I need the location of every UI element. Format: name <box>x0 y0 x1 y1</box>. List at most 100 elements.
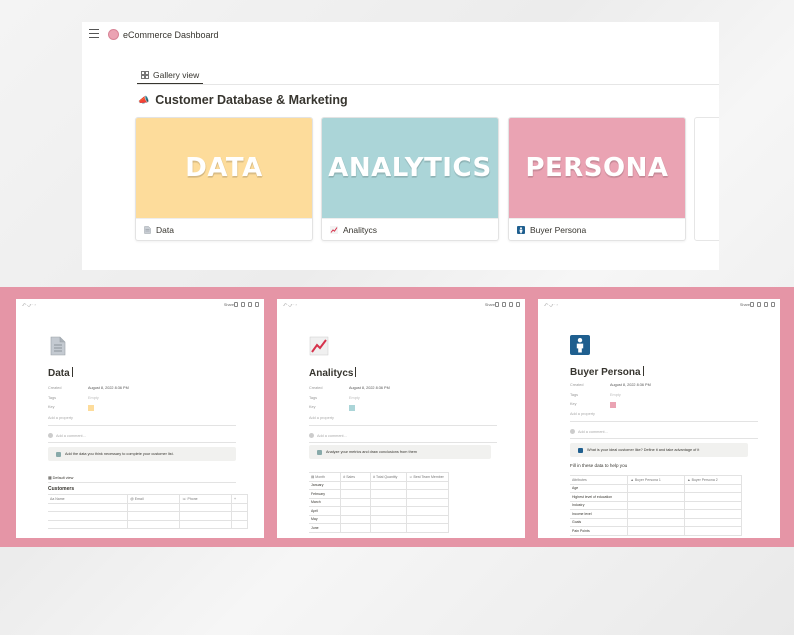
avatar <box>309 433 314 438</box>
divider <box>570 438 758 439</box>
database-title[interactable]: Customer Database & Marketing <box>155 93 347 107</box>
callout-icon <box>317 449 322 455</box>
callout: Add the data you think necessary to comp… <box>48 447 236 461</box>
avatar <box>48 433 53 438</box>
column-header[interactable]: ▲ Buyer Persona 1 <box>627 475 686 485</box>
divider <box>309 442 497 443</box>
more-icon[interactable] <box>515 302 520 307</box>
table-row[interactable]: Industry <box>570 500 742 510</box>
card-cover: PERSONA <box>509 118 685 218</box>
column-header[interactable]: ☺ Best Team Member <box>406 472 449 482</box>
window-title[interactable]: eCommerce Dashboard <box>123 30 219 40</box>
add-comment-text: Add a comment... <box>317 433 347 438</box>
prop-value: August 8, 2022 8:36 PM <box>88 386 129 390</box>
panel-topbar: ⤺ ⤻ · › Share <box>16 299 264 311</box>
callout-icon <box>56 451 61 457</box>
star-icon[interactable] <box>763 302 768 307</box>
card-footer: Analitycs <box>322 218 498 240</box>
star-icon[interactable] <box>247 302 252 307</box>
table-row[interactable]: Pain Points <box>570 526 742 536</box>
prop-key-color[interactable]: Key <box>570 402 616 408</box>
table-row[interactable]: March <box>309 497 449 507</box>
prop-key-color[interactable]: Key <box>309 405 355 411</box>
column-header[interactable]: # Total Quantity <box>370 472 407 482</box>
column-header[interactable]: # Sales <box>340 472 372 482</box>
share-button[interactable]: Share <box>485 303 495 307</box>
prop-value: Empty <box>610 393 621 397</box>
table-row[interactable]: February <box>309 489 449 499</box>
column-header[interactable]: ▲ Buyer Persona 2 <box>684 475 742 485</box>
table-row[interactable]: May <box>309 514 449 524</box>
panel-tools <box>494 302 520 307</box>
comment-icon[interactable] <box>494 302 499 307</box>
more-icon[interactable] <box>770 302 775 307</box>
column-header[interactable]: Aa Name <box>48 494 129 504</box>
table-row[interactable]: Income level <box>570 509 742 519</box>
analytics-table: ▤ Month # Sales # Total Quantity ☺ Best … <box>309 472 449 533</box>
gallery-card-analytics[interactable]: ANALYTICS Analitycs <box>321 117 499 241</box>
view-tab-default[interactable]: ▦ Default view <box>48 475 73 480</box>
add-property-button[interactable]: Add a property <box>309 416 334 420</box>
nav-arrows-icon[interactable]: ⤺ ⤻ · › <box>544 303 558 307</box>
page-title[interactable]: Analitycs <box>309 367 357 379</box>
table-title[interactable]: Customers <box>48 486 74 492</box>
comment-icon[interactable] <box>749 302 754 307</box>
nav-arrows-icon[interactable]: ⤺ ⤻ · › <box>283 303 297 307</box>
clock-icon[interactable] <box>240 302 245 307</box>
table-header-row: Attributes ▲ Buyer Persona 1 ▲ Buyer Per… <box>570 475 742 485</box>
prop-key: Created <box>48 386 62 390</box>
page-title[interactable]: Data <box>48 367 73 379</box>
add-property-button[interactable]: Add a property <box>570 412 595 416</box>
table-row[interactable]: Goals <box>570 517 742 527</box>
prop-key: Created <box>570 383 584 387</box>
gallery-card-partial[interactable] <box>694 117 719 241</box>
divider <box>309 425 497 426</box>
nav-arrows-icon[interactable]: ⤺ ⤻ · › <box>22 303 36 307</box>
add-comment[interactable]: Add a comment... <box>48 433 86 438</box>
share-button[interactable]: Share <box>224 303 234 307</box>
column-header[interactable]: Attributes <box>570 475 629 485</box>
share-button[interactable]: Share <box>740 303 750 307</box>
add-comment[interactable]: Add a comment... <box>309 433 347 438</box>
more-icon[interactable] <box>254 302 259 307</box>
gallery-card-persona[interactable]: PERSONA Buyer Persona <box>508 117 686 241</box>
page-panel-data: ⤺ ⤻ · › Share Data Created August 8, 2022… <box>16 299 264 538</box>
tab-gallery-view[interactable]: Gallery view <box>137 68 204 84</box>
clock-icon[interactable] <box>756 302 761 307</box>
menu-icon[interactable] <box>89 29 99 38</box>
add-comment[interactable]: Add a comment... <box>570 429 608 434</box>
star-icon[interactable] <box>508 302 513 307</box>
add-property-button[interactable]: Add a property <box>48 416 73 420</box>
table-row[interactable] <box>48 502 248 512</box>
table-row[interactable]: Age <box>570 483 742 493</box>
customers-table: Aa Name @ Email ☏ Phone + <box>48 494 248 529</box>
prop-key-color[interactable]: Key <box>48 405 94 411</box>
add-column-button[interactable]: + <box>231 494 248 504</box>
prop-tags[interactable]: Tags Empty <box>309 396 360 400</box>
table-row[interactable] <box>48 511 248 521</box>
table-row[interactable]: April <box>309 506 449 516</box>
prop-tags[interactable]: Tags Empty <box>570 393 621 397</box>
document-icon <box>50 336 66 356</box>
column-header[interactable]: @ Email <box>127 494 181 504</box>
prop-value: August 8, 2022 8:36 PM <box>610 383 651 387</box>
prop-tags[interactable]: Tags Empty <box>48 396 99 400</box>
comment-icon[interactable] <box>233 302 238 307</box>
divider <box>48 425 236 426</box>
column-header[interactable]: ▤ Month <box>309 472 342 482</box>
gallery-card-data[interactable]: DATA Data <box>135 117 313 241</box>
prop-value: Empty <box>88 396 99 400</box>
column-header[interactable]: ☏ Phone <box>179 494 233 504</box>
table-row[interactable] <box>48 519 248 529</box>
table-row[interactable]: Highest level of education <box>570 492 742 502</box>
table-row[interactable]: June <box>309 523 449 533</box>
clock-icon[interactable] <box>501 302 506 307</box>
panel-tools <box>233 302 259 307</box>
avatar <box>570 429 575 434</box>
prop-key: Tags <box>48 396 57 400</box>
table-row[interactable]: January <box>309 480 449 490</box>
prop-created: Created August 8, 2022 8:36 PM <box>309 386 390 390</box>
card-cover: ANALYTICS <box>322 118 498 218</box>
page-title[interactable]: Buyer Persona <box>570 366 644 378</box>
tab-gallery-label: Gallery view <box>153 69 200 80</box>
